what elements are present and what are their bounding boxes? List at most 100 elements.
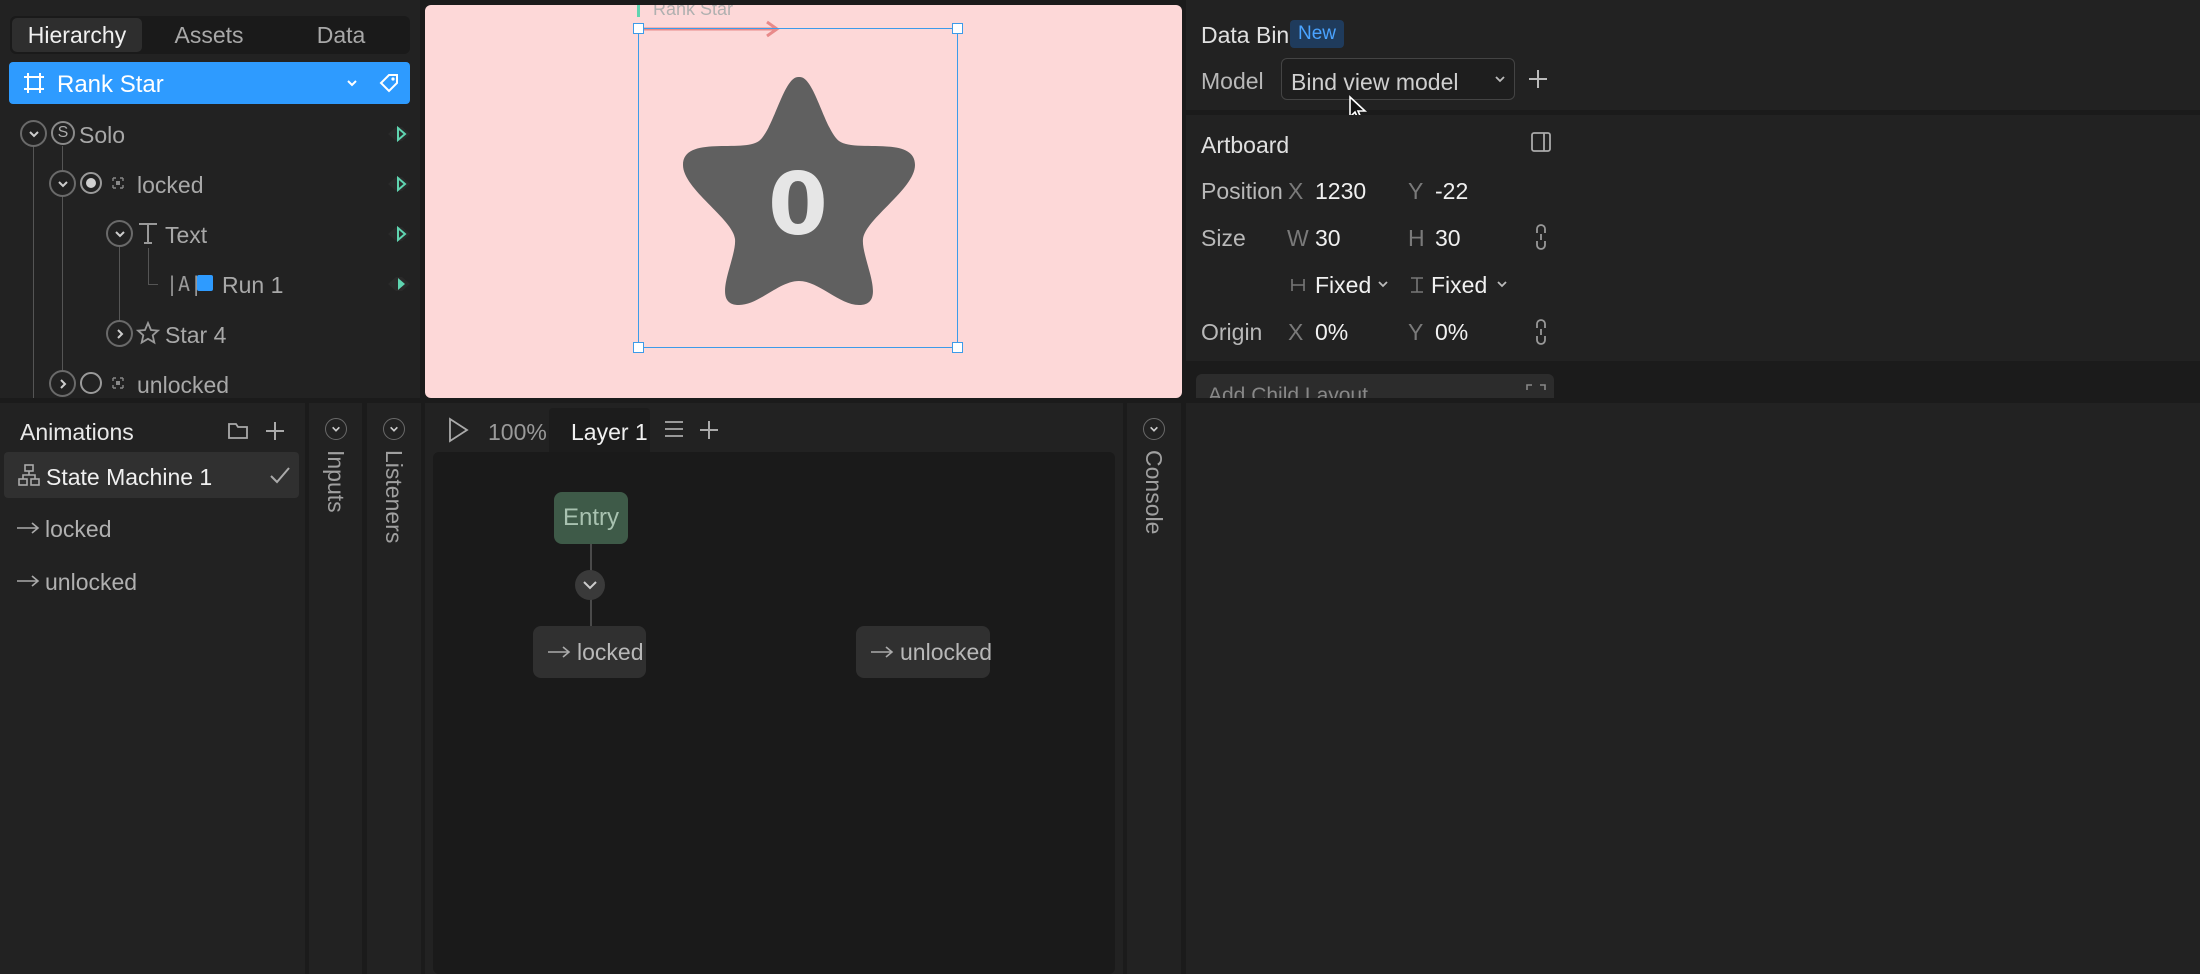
link-origin-icon[interactable] [1534, 318, 1548, 346]
star-number-text: 0 [768, 155, 828, 255]
position-x-field[interactable]: 1230 [1315, 178, 1366, 205]
add-child-layout-label: Add Child Layout [1208, 384, 1368, 398]
tree-item-solo[interactable]: Solo [79, 122, 125, 149]
tree-item-run[interactable]: Run 1 [222, 272, 283, 299]
menu-icon[interactable] [664, 420, 684, 438]
tab-hierarchy[interactable]: Hierarchy [12, 18, 142, 52]
folder-icon[interactable] [227, 420, 249, 440]
inputs-tab[interactable]: Inputs [322, 450, 349, 513]
expand-text-toggle[interactable] [106, 220, 133, 247]
tree-item-text[interactable]: Text [165, 222, 207, 249]
listeners-toggle[interactable] [383, 418, 405, 440]
artboard-canvas[interactable]: Rank Star 0 [425, 5, 1182, 398]
state-machine-row[interactable]: State Machine 1 [4, 452, 299, 498]
add-child-layout-button[interactable]: Add Child Layout [1196, 374, 1554, 398]
origin-x-field[interactable]: 0% [1315, 319, 1348, 346]
add-layer-icon[interactable] [698, 419, 720, 441]
width-mode-select[interactable]: Fixed [1315, 272, 1371, 299]
visibility-key-filled-icon[interactable] [384, 271, 414, 297]
tab-layer-1[interactable]: Layer 1 [549, 408, 650, 454]
solo-icon: S [51, 121, 75, 145]
expand-solo-toggle[interactable] [20, 120, 47, 147]
tree-line [119, 246, 120, 321]
position-label: Position [1201, 178, 1283, 204]
transition-chevron[interactable] [575, 570, 605, 600]
tree-line [62, 196, 63, 371]
tree-line [62, 146, 63, 170]
resize-handle[interactable] [633, 342, 644, 353]
artboard-marker [637, 5, 640, 17]
arrow-right-icon [16, 520, 40, 536]
console-tab[interactable]: Console [1140, 450, 1167, 534]
tree-item-locked[interactable]: locked [137, 172, 203, 199]
animations-panel: Animations State Machine 1 locked unlock… [0, 403, 305, 974]
expand-star-toggle[interactable] [106, 320, 133, 347]
panel-toggle-icon[interactable] [1530, 131, 1552, 153]
link-aspect-icon[interactable] [1534, 223, 1548, 251]
w-axis-label: W [1287, 225, 1309, 251]
color-swatch [197, 275, 213, 291]
resize-handle[interactable] [952, 342, 963, 353]
group-icon [112, 177, 124, 189]
add-icon[interactable] [1527, 68, 1549, 90]
resize-handle[interactable] [633, 23, 644, 34]
selected-artboard-row[interactable]: Rank Star [9, 62, 410, 104]
origin-y-field[interactable]: 0% [1435, 319, 1468, 346]
radio-unselected-icon [80, 372, 102, 394]
chevron-down-icon[interactable] [1377, 278, 1389, 290]
data-bind-title: Data Bind [1201, 22, 1303, 48]
entry-node[interactable]: Entry [554, 492, 628, 544]
chevron-down-icon[interactable] [1496, 278, 1508, 290]
tab-data[interactable]: Data [276, 18, 406, 52]
size-label: Size [1201, 225, 1246, 251]
add-icon[interactable] [264, 420, 286, 442]
state-node-unlocked[interactable]: unlocked [856, 626, 992, 678]
graph-panel: 100% Layer 1 Entry locked unlocked [425, 403, 1123, 974]
origin-label: Origin [1201, 319, 1263, 345]
radio-selected-icon [80, 172, 102, 194]
artboard-icon [22, 71, 46, 95]
tag-icon[interactable] [378, 72, 400, 94]
position-y-field[interactable]: -22 [1435, 178, 1468, 205]
visibility-key-icon[interactable] [384, 171, 414, 197]
origin-x-axis-label: X [1288, 319, 1304, 345]
visibility-key-icon[interactable] [384, 221, 414, 247]
state-machine-icon [18, 464, 40, 486]
tree-line [33, 146, 34, 398]
layer-tab-label: Layer 1 [571, 419, 648, 445]
height-mode-select[interactable]: Fixed [1431, 272, 1487, 299]
resize-handle[interactable] [952, 23, 963, 34]
model-select[interactable]: Bind view model [1281, 58, 1515, 100]
tree-item-unlocked[interactable]: unlocked [137, 372, 229, 399]
tree-line [148, 284, 158, 285]
animation-item-locked[interactable]: locked [45, 516, 111, 543]
expand-unlocked-toggle[interactable] [49, 370, 76, 397]
data-bind-section: Data Bind New Model Bind view model [1186, 0, 2200, 122]
animations-title: Animations [20, 419, 134, 445]
size-h-field[interactable]: 30 [1435, 225, 1461, 252]
zoom-level[interactable]: 100% [488, 419, 547, 446]
hierarchy-panel: Hierarchy Assets Data Rank Star S Solo l [0, 0, 420, 398]
visibility-key-icon[interactable] [384, 121, 414, 147]
state-node-locked[interactable]: locked [533, 626, 646, 678]
height-mode-icon [1410, 276, 1424, 294]
size-w-field[interactable]: 30 [1315, 225, 1341, 252]
x-axis-label: X [1288, 178, 1304, 204]
expand-locked-toggle[interactable] [49, 170, 76, 197]
width-mode-icon [1290, 278, 1306, 292]
state-node-locked-label: locked [577, 639, 644, 665]
group-icon [112, 377, 124, 389]
tab-assets[interactable]: Assets [145, 18, 273, 52]
origin-y-axis-label: Y [1408, 319, 1424, 345]
animation-item-unlocked[interactable]: unlocked [45, 569, 137, 596]
inputs-toggle[interactable] [325, 418, 347, 440]
model-label: Model [1201, 68, 1264, 94]
play-icon[interactable] [447, 417, 469, 443]
tree-item-star[interactable]: Star 4 [165, 322, 226, 349]
graph-canvas[interactable]: Entry locked unlocked [433, 452, 1115, 974]
chevron-down-icon[interactable] [345, 76, 359, 90]
state-machine-label: State Machine 1 [46, 464, 213, 490]
console-toggle[interactable] [1143, 418, 1165, 440]
listeners-tab[interactable]: Listeners [380, 450, 407, 543]
h-axis-label: H [1408, 225, 1425, 251]
